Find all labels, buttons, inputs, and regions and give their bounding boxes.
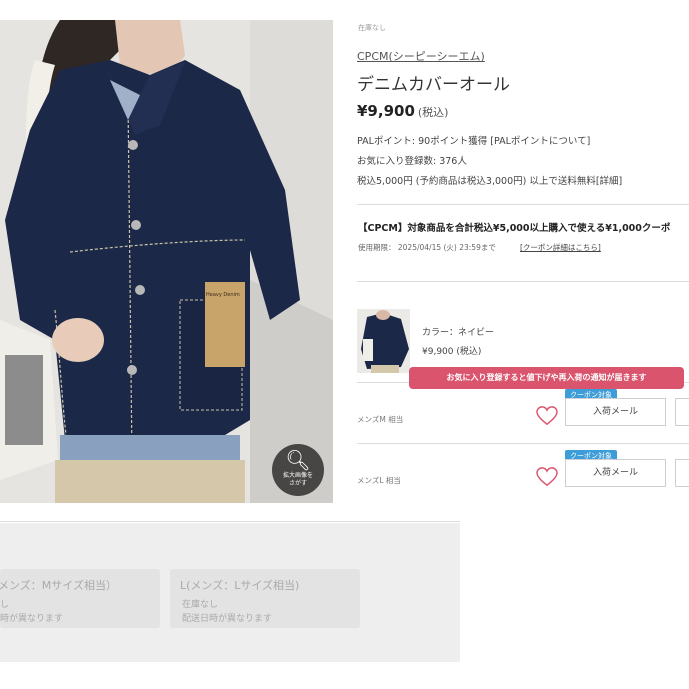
price-tax-note: (税込)	[417, 106, 449, 119]
size-card-stock: し	[0, 600, 10, 610]
shipping-info[interactable]: 税込5,000円 (予約商品は税込3,000円) 以上で送料無料[詳細]	[357, 173, 622, 187]
divider	[0, 521, 460, 522]
product-price: ¥9,900 (税込)	[357, 102, 448, 120]
divider	[357, 204, 689, 205]
size-card-delivery: 配送日時が異なります	[182, 614, 273, 624]
restock-mail-button[interactable]: 入荷メール	[565, 459, 666, 487]
favorite-heart-icon[interactable]	[536, 467, 558, 487]
product-title: デニムカバーオール	[357, 75, 510, 95]
stock-status: 在庫なし	[358, 24, 386, 32]
brand-link[interactable]: CPCM(シーピーシーエム)	[357, 48, 485, 64]
size-card-name: メンズ：Mサイズ相当）	[0, 579, 117, 592]
price-value: ¥9,900	[357, 102, 415, 120]
zoom-caption-line1: 拡大画像を	[282, 472, 313, 479]
restock-mail-button[interactable]: 入荷メール	[565, 398, 666, 426]
divider	[357, 281, 689, 282]
zoom-image-button[interactable]: 🔍︎ 拡大画像を さがす	[272, 444, 324, 496]
favorite-count: お気に入り登録数: 376人	[357, 156, 467, 167]
variant-thumbnail[interactable]	[357, 309, 410, 373]
coupon-detail-link[interactable]: [クーポン詳細はこちら]	[520, 242, 601, 253]
size-card-l[interactable]: L(メンズ：Lサイズ相当) 在庫なし 配送日時が異なります	[170, 569, 360, 628]
tag-label: Heavy Denim	[206, 292, 240, 298]
product-main-image[interactable]: Heavy Denim 🔍︎ 拡大画像を さがす	[0, 20, 333, 503]
points-info[interactable]: PALポイント: 90ポイント獲得 [PALポイントについて]	[357, 133, 590, 147]
divider	[357, 443, 689, 444]
variant-price: ¥9,900 (税込)	[422, 347, 482, 357]
zoom-caption-line2: さがす	[288, 480, 307, 487]
favorite-notify-tooltip: お気に入り登録すると値下げや再入荷の通知が届きます	[409, 367, 684, 389]
magnifier-icon: 🔍︎	[285, 448, 311, 472]
size-card-m[interactable]: メンズ：Mサイズ相当） し 時が異なります	[0, 569, 160, 628]
size-row-m-label: メンズM 相当	[357, 415, 404, 424]
partial-button[interactable]	[675, 459, 689, 487]
size-row-l-label: メンズL 相当	[357, 476, 401, 485]
coupon-title: 【CPCM】対象商品を合計税込¥5,000以上購入で使える¥1,000クーポ	[358, 223, 671, 234]
size-select-panel: メンズ：Mサイズ相当） し 時が異なります L(メンズ：Lサイズ相当) 在庫なし…	[0, 523, 460, 662]
partial-button[interactable]	[675, 398, 689, 426]
favorite-heart-icon[interactable]	[536, 406, 558, 426]
size-card-name: L(メンズ：Lサイズ相当)	[180, 579, 300, 592]
coupon-expiry: 使用期限： 2025/04/15 (火) 23:59まで	[358, 243, 496, 252]
size-card-stock: 在庫なし	[182, 600, 219, 610]
variant-color: カラー：ネイビー	[422, 328, 495, 338]
size-card-delivery: 時が異なります	[0, 614, 64, 624]
